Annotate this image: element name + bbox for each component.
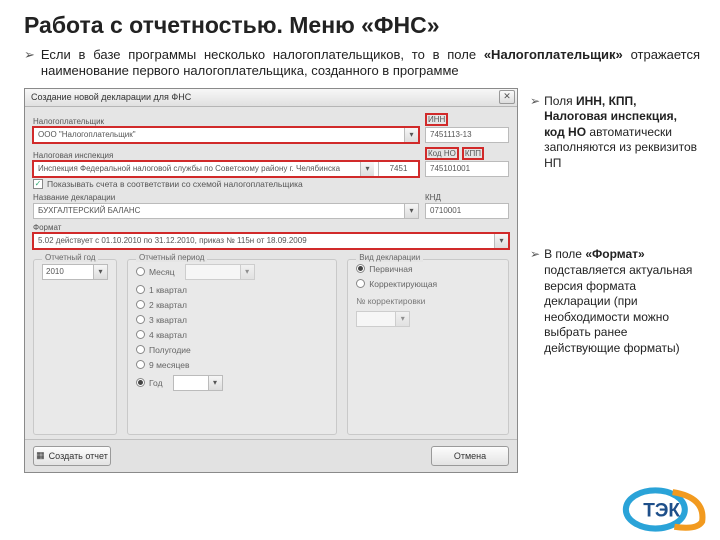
create-report-label: Создать отчет <box>49 451 108 461</box>
taxpayer-value: ООО "Налогоплательщик" <box>38 130 136 139</box>
chevron-down-icon[interactable]: ▾ <box>404 128 418 142</box>
dialog-title: Создание новой декларации для ФНС <box>31 92 191 102</box>
corr-num-label: № корректировки <box>356 296 425 306</box>
bullet-marker: ➢ <box>530 247 540 356</box>
period-label: 1 квартал <box>149 285 187 295</box>
note2-bold: «Формат» <box>585 247 644 261</box>
kind-correcting-label: Корректирующая <box>369 279 437 289</box>
radio-icon <box>136 345 145 354</box>
period-label: 2 квартал <box>149 300 187 310</box>
create-report-button[interactable]: ▦ Создать отчет <box>33 446 111 466</box>
docname-field[interactable]: БУХГАЛТЕРСКИЙ БАЛАНС ▾ <box>33 203 419 219</box>
schema-checkbox-label: Показывать счета в соответствии со схемо… <box>47 179 303 189</box>
page-title: Работа с отчетностью. Меню «ФНС» <box>24 12 700 39</box>
period-radio[interactable]: 1 квартал <box>136 285 328 295</box>
spinner-icon[interactable]: ▾ <box>395 312 409 326</box>
knd-label: КНД <box>425 193 509 202</box>
note1-prefix: Поля <box>544 94 576 108</box>
taxpayer-label: Налогоплательщик <box>33 117 419 126</box>
cancel-button[interactable]: Отмена <box>431 446 509 466</box>
report-year-label: Отчетный год <box>42 253 98 262</box>
period-radio[interactable]: 9 месяцев <box>136 360 328 370</box>
radio-icon <box>136 360 145 369</box>
period-radio[interactable]: Год ▾ <box>136 375 328 391</box>
page-icon: ▦ <box>36 450 45 461</box>
chevron-down-icon[interactable]: ▾ <box>494 234 508 248</box>
inn-field[interactable]: 7451113-13 <box>425 127 509 143</box>
chevron-down-icon[interactable]: ▾ <box>360 162 374 176</box>
knd-field[interactable]: 0710001 <box>425 203 509 219</box>
side-note-2: ➢ В поле «Формат» подставляется актуальн… <box>530 247 700 356</box>
period-radio[interactable]: 3 квартал <box>136 315 328 325</box>
format-field[interactable]: 5.02 действует с 01.10.2010 по 31.12.201… <box>33 233 509 249</box>
docname-label: Название декларации <box>33 193 419 202</box>
company-logo: ТЭК <box>620 480 708 532</box>
radio-icon <box>136 330 145 339</box>
period-label: 9 месяцев <box>149 360 190 370</box>
bullet-marker: ➢ <box>24 47 35 80</box>
period-radio[interactable]: 2 квартал <box>136 300 328 310</box>
note2-suffix: подставляется актуальная версия формата … <box>544 263 692 355</box>
kpp-value: 745101001 <box>430 164 470 173</box>
cancel-label: Отмена <box>454 451 486 461</box>
period-label: 3 квартал <box>149 315 187 325</box>
kind-primary-label: Первичная <box>369 264 412 274</box>
top-bullet-prefix: Если в базе программы несколько налогопл… <box>41 47 484 62</box>
radio-icon <box>136 285 145 294</box>
period-label: 4 квартал <box>149 330 187 340</box>
kind-correcting-radio[interactable]: Корректирующая <box>356 279 500 289</box>
year-summary-field[interactable]: ▾ <box>173 375 223 391</box>
bullet-marker: ➢ <box>530 94 540 172</box>
svg-text:ТЭК: ТЭК <box>643 500 680 521</box>
period-label: Полугодие <box>149 345 191 355</box>
format-value: 5.02 действует с 01.10.2010 по 31.12.201… <box>38 236 307 245</box>
schema-checkbox[interactable]: ✓ Показывать счета в соответствии со схе… <box>33 179 509 189</box>
tax-office-label: Налоговая инспекция <box>33 151 419 160</box>
decl-kind-label: Вид декларации <box>356 253 423 262</box>
corr-num-field[interactable]: ▾ <box>356 311 410 327</box>
fns-dialog: Создание новой декларации для ФНС ✕ Нало… <box>24 88 518 473</box>
chevron-down-icon[interactable]: ▾ <box>240 265 254 279</box>
year-value: 2010 <box>46 267 64 276</box>
year-field[interactable]: 2010 ▾ <box>42 264 108 280</box>
format-label: Формат <box>33 223 509 232</box>
inn-label: ИНН <box>425 113 448 126</box>
kpp-label: КПП <box>462 147 484 160</box>
checkbox-icon: ✓ <box>33 179 43 189</box>
note2-prefix: В поле <box>544 247 585 261</box>
period-radio[interactable]: Месяц ▾ <box>136 264 328 280</box>
chevron-down-icon[interactable]: ▾ <box>404 204 418 218</box>
radio-icon <box>136 378 145 387</box>
spinner-icon[interactable]: ▾ <box>93 265 107 279</box>
radio-icon <box>356 279 365 288</box>
period-radio[interactable]: 4 квартал <box>136 330 328 340</box>
chevron-down-icon[interactable]: ▾ <box>208 376 222 390</box>
code-no-label: Код НО <box>425 147 459 160</box>
radio-icon <box>136 267 145 276</box>
period-label: Год <box>149 378 163 388</box>
tax-office-field[interactable]: Инспекция Федеральной налоговой службы п… <box>33 161 419 177</box>
radio-icon <box>136 315 145 324</box>
side-note-1: ➢ Поля ИНН, КПП, Налоговая инспекция, ко… <box>530 94 700 172</box>
radio-icon <box>136 300 145 309</box>
code-no-value: 7451 <box>378 162 418 176</box>
month-field[interactable]: ▾ <box>185 264 255 280</box>
dialog-titlebar: Создание новой декларации для ФНС ✕ <box>25 89 517 107</box>
top-bullet: ➢ Если в базе программы несколько налого… <box>24 47 700 80</box>
close-button[interactable]: ✕ <box>499 90 515 104</box>
docname-value: БУХГАЛТЕРСКИЙ БАЛАНС <box>38 206 140 215</box>
inn-value: 7451113-13 <box>430 130 472 139</box>
period-label: Месяц <box>149 267 175 277</box>
radio-icon <box>356 264 365 273</box>
kind-primary-radio[interactable]: Первичная <box>356 264 500 274</box>
knd-value: 0710001 <box>430 206 461 215</box>
taxpayer-field[interactable]: ООО "Налогоплательщик" ▾ <box>33 127 419 143</box>
report-period-label: Отчетный период <box>136 253 207 262</box>
top-bullet-bold: «Налогоплательщик» <box>484 47 623 62</box>
kpp-field[interactable]: 745101001 <box>425 161 509 177</box>
period-radio[interactable]: Полугодие <box>136 345 328 355</box>
